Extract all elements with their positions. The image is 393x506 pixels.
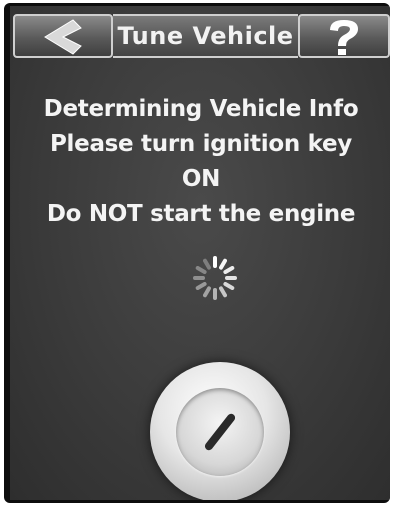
- question-mark-icon: [330, 20, 358, 55]
- loading-spinner-icon: [193, 256, 237, 300]
- back-button[interactable]: [13, 14, 113, 58]
- page-title: Tune Vehicle: [117, 22, 294, 50]
- instruction-message: Determining Vehicle Info Please turn ign…: [10, 92, 390, 232]
- message-line-3: ON: [181, 166, 221, 192]
- header-bar: Tune Vehicle: [10, 14, 390, 60]
- ignition-key-icon: [150, 362, 290, 500]
- help-button[interactable]: [298, 14, 390, 58]
- title-bar: Tune Vehicle: [113, 14, 298, 58]
- ignition-key-face: [176, 388, 264, 476]
- message-line-4: Do NOT start the engine: [46, 201, 356, 227]
- key-slot: [203, 412, 237, 452]
- screen: Tune Vehicle Determining Vehicle Info Pl…: [10, 6, 390, 500]
- chevron-left-icon: [44, 19, 82, 55]
- device-frame: Tune Vehicle Determining Vehicle Info Pl…: [4, 3, 390, 503]
- message-line-1: Determining Vehicle Info: [43, 96, 359, 122]
- message-line-2: Please turn ignition key: [50, 131, 352, 157]
